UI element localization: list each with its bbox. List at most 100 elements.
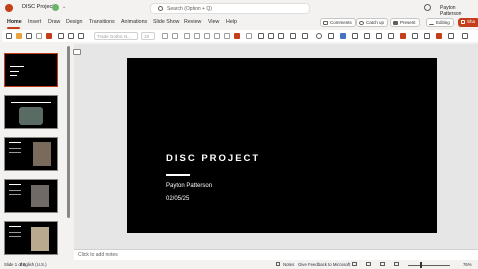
undo-icon[interactable] — [6, 33, 12, 39]
paste-icon[interactable] — [16, 33, 22, 39]
select-icon[interactable] — [388, 33, 394, 39]
toggle-panel-icon[interactable] — [73, 49, 81, 55]
numbering-icon[interactable] — [268, 33, 274, 39]
reading-view-icon[interactable] — [380, 262, 385, 266]
notes-button[interactable]: Notes — [283, 262, 294, 267]
ribbon-tabs: Home Insert Draw Design Transitions Anim… — [0, 16, 478, 29]
gear-icon[interactable] — [424, 4, 431, 11]
tab-review[interactable]: Review — [184, 19, 201, 25]
underline-icon[interactable] — [204, 33, 210, 39]
text-direction-icon[interactable] — [290, 33, 296, 39]
thumbnail-text-line — [9, 232, 21, 233]
slide-thumbnail-2[interactable] — [4, 95, 58, 129]
thumbnail-title-line — [11, 102, 51, 103]
bullets-icon[interactable] — [258, 33, 264, 39]
shape-outline-icon[interactable] — [352, 33, 358, 39]
tab-animations[interactable]: Animations — [121, 19, 147, 25]
slide-thumbnail-4[interactable] — [4, 179, 58, 213]
designer-icon[interactable] — [412, 33, 418, 39]
feedback-link[interactable]: Give Feedback to Microsoft — [298, 262, 350, 267]
thumbnail-text-line — [9, 190, 21, 191]
align-icon[interactable] — [278, 33, 284, 39]
tab-view[interactable]: View — [208, 19, 219, 25]
find-icon[interactable] — [376, 33, 382, 39]
slide-thumbnail-panel — [0, 44, 72, 260]
thumbnail-text-line — [9, 148, 21, 149]
slide-date[interactable]: 02/05/25 — [166, 196, 189, 202]
catch-up-icon — [359, 21, 364, 25]
more-options-icon[interactable] — [462, 33, 468, 39]
search-placeholder: Search (Option + Q) — [167, 6, 212, 12]
thumbnail-text-line — [9, 194, 21, 195]
slide-thumbnail-1[interactable] — [4, 53, 58, 87]
picture-icon[interactable] — [364, 33, 370, 39]
section-icon[interactable] — [78, 33, 84, 39]
font-family-select[interactable]: Trade Gothic N... — [94, 32, 138, 40]
tab-transitions[interactable]: Transitions — [89, 19, 115, 25]
comment-icon — [323, 21, 328, 25]
text-effects-icon[interactable] — [224, 33, 230, 39]
shapes-icon[interactable] — [316, 33, 322, 39]
notes-pane[interactable]: Click to add notes — [74, 249, 478, 260]
slide-thumbnail-5[interactable] — [4, 221, 58, 255]
zoom-level[interactable]: 76% — [463, 262, 472, 267]
increase-font-icon[interactable] — [162, 33, 168, 39]
notes-placeholder: Click to add notes — [78, 252, 118, 258]
editing-mode-button[interactable]: Editing — [426, 18, 454, 27]
present-icon — [393, 21, 398, 25]
dictate-icon[interactable] — [400, 33, 406, 39]
slide-author[interactable]: Payton Patterson — [166, 183, 212, 189]
thumbnail-portrait-image — [31, 227, 49, 251]
slideshow-view-icon[interactable] — [394, 262, 399, 266]
slide-sorter-icon[interactable] — [366, 262, 371, 266]
thumbnail-text-line — [10, 71, 19, 72]
document-title[interactable]: DISC Project — [22, 4, 54, 10]
search-icon — [158, 6, 163, 11]
add-ins-icon[interactable] — [436, 33, 442, 39]
tab-slide-show[interactable]: Slide Show — [153, 19, 180, 25]
normal-view-icon[interactable] — [352, 262, 357, 266]
share-label: Sha — [467, 19, 476, 24]
strikethrough-icon[interactable] — [214, 33, 220, 39]
slide-title[interactable]: DISC PROJECT — [166, 153, 260, 164]
search-input[interactable]: Search (Option + Q) — [150, 3, 310, 14]
share-icon — [461, 20, 465, 24]
chevron-down-icon[interactable]: ⌄ — [62, 4, 66, 10]
tab-insert[interactable]: Insert — [28, 19, 41, 25]
italic-icon[interactable] — [194, 33, 200, 39]
present-button[interactable]: Present — [390, 18, 420, 27]
layout-icon[interactable] — [58, 33, 64, 39]
tab-help[interactable]: Help — [226, 19, 237, 25]
tab-design[interactable]: Design — [66, 19, 83, 25]
language-status[interactable]: English (U.S.) — [20, 262, 47, 267]
copilot-icon[interactable] — [424, 33, 430, 39]
zoom-slider[interactable] — [408, 265, 450, 266]
catch-up-button[interactable]: Catch up — [356, 18, 389, 27]
arrange-icon[interactable] — [328, 33, 334, 39]
font-color-icon[interactable] — [234, 33, 240, 39]
reset-icon[interactable] — [68, 33, 74, 39]
font-size-select[interactable]: 18 — [141, 32, 155, 40]
clear-format-icon[interactable] — [246, 33, 252, 39]
tab-draw[interactable]: Draw — [48, 19, 60, 25]
current-slide[interactable]: DISC PROJECT Payton Patterson 02/05/25 — [127, 58, 437, 233]
sensitivity-icon[interactable] — [448, 33, 454, 39]
pencil-icon — [429, 21, 434, 25]
catch-up-label: Catch up — [366, 20, 385, 25]
thumbnail-portrait-image — [33, 142, 51, 166]
bold-icon[interactable] — [184, 33, 190, 39]
cut-icon[interactable] — [26, 33, 32, 39]
decrease-font-icon[interactable] — [172, 33, 178, 39]
paragraph-icon[interactable] — [302, 33, 308, 39]
slide-thumbnail-3[interactable] — [4, 137, 58, 171]
share-button[interactable]: Sha — [458, 18, 478, 27]
comments-button[interactable]: Comments — [320, 18, 356, 27]
new-slide-icon[interactable] — [46, 33, 52, 39]
tab-home[interactable]: Home — [7, 19, 22, 25]
copy-icon[interactable] — [36, 33, 42, 39]
thumbnail-text-line — [9, 152, 21, 153]
active-tab-indicator — [7, 27, 20, 29]
slide-panel-scrollbar[interactable] — [67, 46, 70, 218]
shape-fill-icon[interactable] — [340, 33, 346, 39]
zoom-slider-thumb[interactable] — [420, 262, 422, 268]
